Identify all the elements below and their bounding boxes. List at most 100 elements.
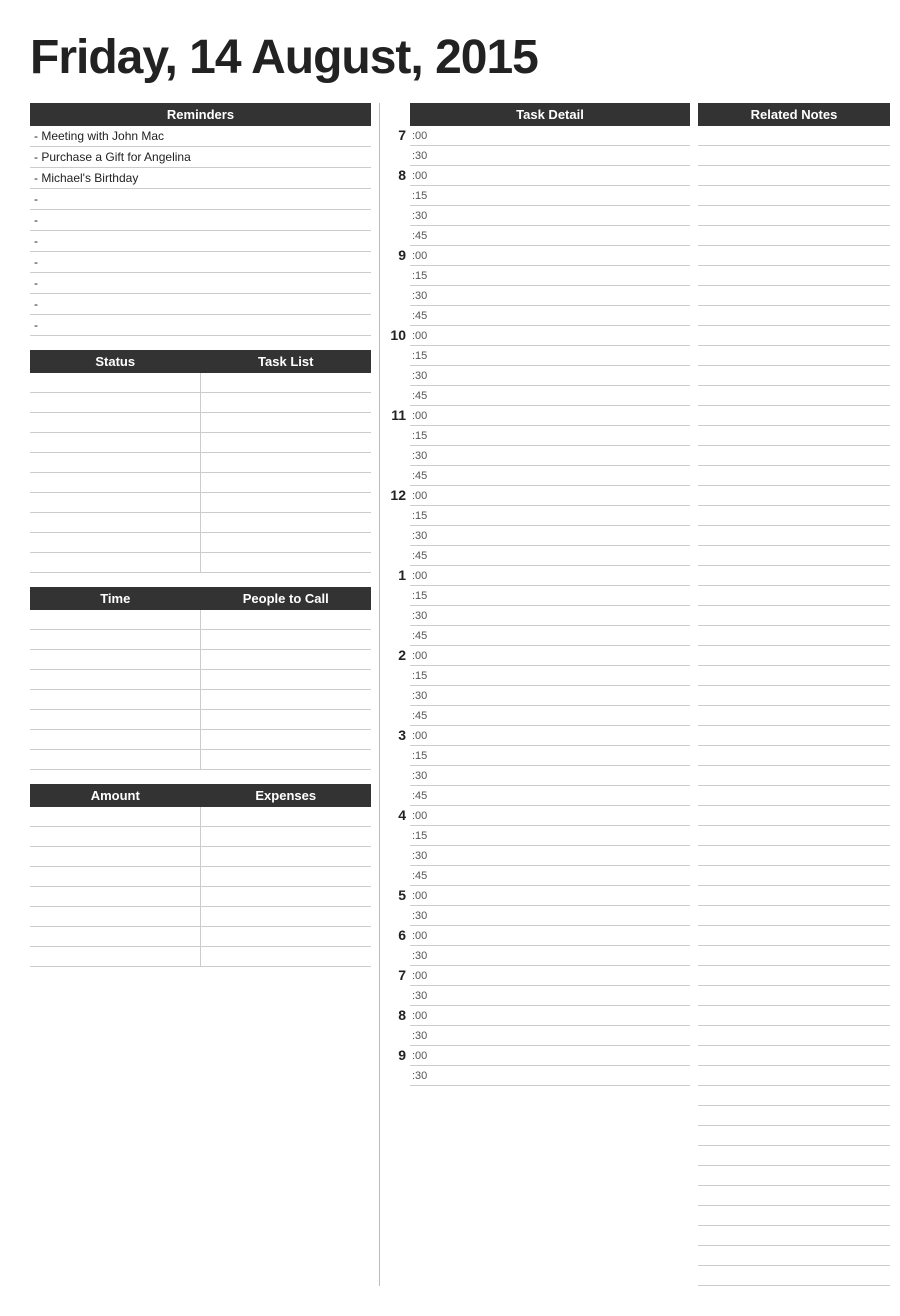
time-slot-content[interactable] — [434, 208, 690, 224]
person-cell[interactable] — [201, 730, 372, 749]
note-row[interactable] — [698, 886, 890, 906]
time-slot-content[interactable] — [434, 148, 690, 164]
amount-cell[interactable] — [30, 867, 201, 886]
expense-cell[interactable] — [201, 827, 372, 846]
time-slot-content[interactable] — [434, 288, 690, 304]
status-cell[interactable] — [30, 493, 201, 512]
note-row[interactable] — [698, 246, 890, 266]
note-row[interactable] — [698, 1266, 890, 1286]
task-cell[interactable] — [201, 413, 372, 432]
amount-cell[interactable] — [30, 907, 201, 926]
note-row[interactable] — [698, 526, 890, 546]
amount-cell[interactable] — [30, 807, 201, 826]
time-slot-content[interactable] — [434, 1008, 690, 1024]
time-slot-content[interactable] — [434, 468, 690, 484]
note-row[interactable] — [698, 1106, 890, 1126]
time-slot-content[interactable] — [434, 748, 690, 764]
task-cell[interactable] — [201, 453, 372, 472]
person-cell[interactable] — [201, 610, 372, 629]
time-slot-content[interactable] — [434, 188, 690, 204]
note-row[interactable] — [698, 126, 890, 146]
note-row[interactable] — [698, 766, 890, 786]
note-row[interactable] — [698, 226, 890, 246]
time-slot-content[interactable] — [434, 728, 690, 744]
note-row[interactable] — [698, 1046, 890, 1066]
time-slot-content[interactable] — [434, 1028, 690, 1044]
note-row[interactable] — [698, 646, 890, 666]
note-row[interactable] — [698, 386, 890, 406]
time-slot-content[interactable] — [434, 308, 690, 324]
call-time-cell[interactable] — [30, 750, 201, 769]
note-row[interactable] — [698, 1086, 890, 1106]
status-cell[interactable] — [30, 533, 201, 552]
time-slot-content[interactable] — [434, 908, 690, 924]
task-cell[interactable] — [201, 373, 372, 392]
expense-cell[interactable] — [201, 847, 372, 866]
note-row[interactable] — [698, 486, 890, 506]
time-slot-content[interactable] — [434, 368, 690, 384]
status-cell[interactable] — [30, 553, 201, 572]
time-slot-content[interactable] — [434, 428, 690, 444]
note-row[interactable] — [698, 946, 890, 966]
time-slot-content[interactable] — [434, 788, 690, 804]
status-cell[interactable] — [30, 393, 201, 412]
time-slot-content[interactable] — [434, 388, 690, 404]
expense-cell[interactable] — [201, 907, 372, 926]
note-row[interactable] — [698, 566, 890, 586]
time-slot-content[interactable] — [434, 488, 690, 504]
note-row[interactable] — [698, 1166, 890, 1186]
time-slot-content[interactable] — [434, 508, 690, 524]
time-slot-content[interactable] — [434, 548, 690, 564]
note-row[interactable] — [698, 446, 890, 466]
note-row[interactable] — [698, 466, 890, 486]
note-row[interactable] — [698, 966, 890, 986]
task-cell[interactable] — [201, 553, 372, 572]
time-slot-content[interactable] — [434, 268, 690, 284]
person-cell[interactable] — [201, 690, 372, 709]
note-row[interactable] — [698, 846, 890, 866]
time-slot-content[interactable] — [434, 608, 690, 624]
time-slot-content[interactable] — [434, 708, 690, 724]
note-row[interactable] — [698, 806, 890, 826]
call-time-cell[interactable] — [30, 610, 201, 629]
note-row[interactable] — [698, 366, 890, 386]
time-slot-content[interactable] — [434, 868, 690, 884]
time-slot-content[interactable] — [434, 588, 690, 604]
expense-cell[interactable] — [201, 927, 372, 946]
note-row[interactable] — [698, 206, 890, 226]
time-slot-content[interactable] — [434, 1068, 690, 1084]
note-row[interactable] — [698, 826, 890, 846]
task-cell[interactable] — [201, 433, 372, 452]
note-row[interactable] — [698, 986, 890, 1006]
note-row[interactable] — [698, 166, 890, 186]
time-slot-content[interactable] — [434, 348, 690, 364]
note-row[interactable] — [698, 686, 890, 706]
note-row[interactable] — [698, 906, 890, 926]
expense-cell[interactable] — [201, 867, 372, 886]
person-cell[interactable] — [201, 650, 372, 669]
time-slot-content[interactable] — [434, 688, 690, 704]
note-row[interactable] — [698, 1006, 890, 1026]
note-row[interactable] — [698, 406, 890, 426]
time-slot-content[interactable] — [434, 768, 690, 784]
amount-cell[interactable] — [30, 847, 201, 866]
call-time-cell[interactable] — [30, 650, 201, 669]
time-slot-content[interactable] — [434, 568, 690, 584]
note-row[interactable] — [698, 266, 890, 286]
note-row[interactable] — [698, 326, 890, 346]
time-slot-content[interactable] — [434, 168, 690, 184]
time-slot-content[interactable] — [434, 828, 690, 844]
person-cell[interactable] — [201, 710, 372, 729]
task-cell[interactable] — [201, 493, 372, 512]
note-row[interactable] — [698, 146, 890, 166]
note-row[interactable] — [698, 506, 890, 526]
status-cell[interactable] — [30, 453, 201, 472]
note-row[interactable] — [698, 666, 890, 686]
note-row[interactable] — [698, 286, 890, 306]
status-cell[interactable] — [30, 473, 201, 492]
time-slot-content[interactable] — [434, 668, 690, 684]
note-row[interactable] — [698, 1226, 890, 1246]
task-cell[interactable] — [201, 513, 372, 532]
note-row[interactable] — [698, 346, 890, 366]
status-cell[interactable] — [30, 413, 201, 432]
